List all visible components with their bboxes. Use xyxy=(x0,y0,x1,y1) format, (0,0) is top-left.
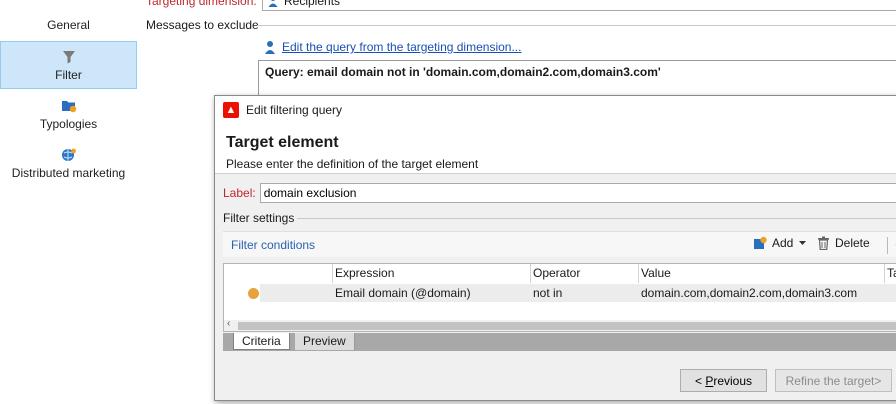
nav-item-label: Typologies xyxy=(39,116,98,131)
targeting-dimension-field[interactable]: Recipients xyxy=(262,0,896,11)
funnel-icon xyxy=(62,50,75,63)
edit-filtering-query-dialog: ▲ Edit filtering query Target element Pl… xyxy=(214,95,896,401)
adobe-icon: ▲ xyxy=(223,102,239,118)
tab-criteria[interactable]: Criteria xyxy=(233,333,290,350)
toolbar-separator xyxy=(887,237,888,254)
edit-query-link-row[interactable]: Edit the query from the targeting dimens… xyxy=(264,40,521,54)
query-summary: Query: email domain not in 'domain.com,d… xyxy=(258,60,896,100)
section-divider xyxy=(257,25,896,26)
column-header-ta[interactable]: Ta xyxy=(884,264,896,283)
horizontal-scrollbar[interactable]: ‹ xyxy=(224,318,896,331)
scrollbar-thumb[interactable] xyxy=(238,322,896,330)
trash-icon xyxy=(818,236,829,250)
filter-conditions-title: Filter conditions xyxy=(231,237,316,252)
scroll-left-icon[interactable]: ‹ xyxy=(227,318,230,329)
grid-header: Expression Operator Value Ta xyxy=(224,264,896,283)
cell-operator: not in xyxy=(533,286,563,300)
label-row: Label: xyxy=(223,183,896,203)
add-condition-icon xyxy=(754,236,767,249)
conditions-grid: Expression Operator Value Ta Email domai… xyxy=(223,263,896,332)
dialog-title: Edit filtering query xyxy=(246,103,343,117)
query-text: Query: email domain not in 'domain.com,d… xyxy=(265,65,661,79)
dialog-heading: Target element xyxy=(226,134,339,151)
distributed-marketing-icon xyxy=(61,148,76,161)
chevron-down-icon[interactable] xyxy=(798,240,807,246)
column-header-value[interactable]: Value xyxy=(638,264,884,283)
recipient-icon xyxy=(265,41,275,54)
condition-status-icon xyxy=(248,288,259,299)
edit-query-link[interactable]: Edit the query from the targeting dimens… xyxy=(282,40,521,54)
messages-to-exclude-label: Messages to exclude xyxy=(146,18,259,32)
nav-item-general[interactable]: General xyxy=(0,0,137,36)
nav-item-typologies[interactable]: Typologies xyxy=(0,92,137,136)
cell-expression: Email domain (@domain) xyxy=(335,286,471,300)
dialog-subheading: Please enter the definition of the targe… xyxy=(226,157,479,171)
add-button-label: Add xyxy=(772,236,794,250)
cell-value: domain.com,domain2.com,domain3.com xyxy=(641,286,858,300)
targeting-dimension-label: Targeting dimension: xyxy=(146,0,257,8)
column-header-expression[interactable]: Expression xyxy=(332,264,530,283)
targeting-dimension-value: Recipients xyxy=(284,0,341,8)
nav-item-filter[interactable]: Filter xyxy=(0,41,137,89)
typology-icon xyxy=(61,100,76,112)
nav-item-label: Filter xyxy=(55,67,82,82)
previous-button[interactable]: < Previous xyxy=(680,369,767,392)
label-caption: Label: xyxy=(223,186,256,200)
nav-item-distributed-marketing[interactable]: Distributed marketing xyxy=(0,141,137,185)
grid-tabs: Criteria Preview xyxy=(223,333,896,351)
nav-item-label: Distributed marketing xyxy=(11,165,126,180)
recipient-icon xyxy=(268,0,278,7)
filter-conditions-toolbar: Filter conditions Add Delete ‹ xyxy=(223,231,896,257)
refine-target-button[interactable]: Refine the target> xyxy=(775,369,892,392)
column-header-operator[interactable]: Operator xyxy=(530,264,638,283)
dialog-header: Target element Please enter the definiti… xyxy=(215,124,896,174)
delete-button-label: Delete xyxy=(835,236,870,250)
label-input[interactable] xyxy=(259,183,896,203)
filter-settings-divider xyxy=(297,218,896,219)
tab-preview[interactable]: Preview xyxy=(295,333,355,350)
delete-button[interactable]: Delete xyxy=(817,236,870,250)
filter-settings-label: Filter settings xyxy=(223,211,297,225)
side-navigation: General Filter Typologies Distributed ma… xyxy=(0,0,138,404)
dialog-title-bar[interactable]: ▲ Edit filtering query xyxy=(215,96,896,124)
add-button[interactable]: Add xyxy=(753,236,807,250)
table-row[interactable]: Email domain (@domain) not in domain.com… xyxy=(224,284,896,302)
nav-item-label: General xyxy=(47,18,90,32)
